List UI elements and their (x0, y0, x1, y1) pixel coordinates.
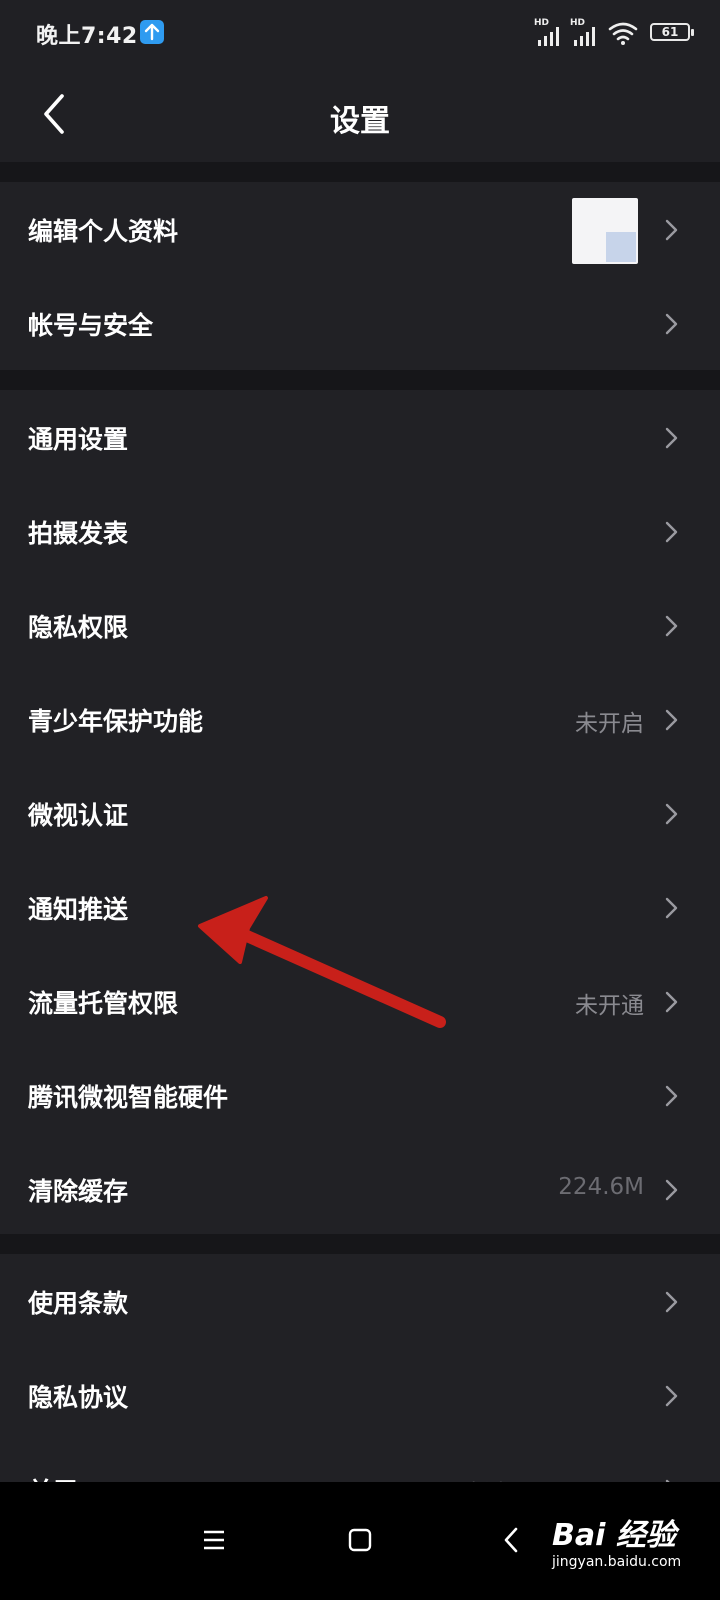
chevron-right-icon (664, 1084, 680, 1108)
chevron-right-icon (664, 1290, 680, 1314)
menu-icon[interactable] (184, 1510, 244, 1570)
settings-row-label: 腾讯微视智能硬件 (28, 1083, 229, 1112)
chevron-right-icon (664, 802, 680, 826)
header: 设置 (0, 66, 720, 162)
settings-row-label: 使用条款 (28, 1289, 129, 1318)
watermark-brand: Bai 经验 (552, 1518, 676, 1553)
settings-row-label: 通用设置 (28, 425, 129, 454)
settings-row-value: 未开启 (575, 711, 644, 737)
system-nav-bar: Bai 经验 jingyan.baidu.com (0, 1482, 720, 1600)
settings-row-edit-profile[interactable]: 编辑个人资料 (0, 182, 720, 276)
settings-row-privacy-policy[interactable]: 隐私协议 (0, 1348, 720, 1442)
settings-row-notifications[interactable]: 通知推送 (0, 860, 720, 954)
settings-row-label: 清除缓存 (28, 1177, 129, 1206)
settings-row-clear-cache[interactable]: 清除缓存 224.6M (0, 1142, 720, 1236)
settings-row-capture-publish[interactable]: 拍摄发表 (0, 484, 720, 578)
battery-icon: 61 (650, 23, 694, 41)
home-icon[interactable] (330, 1510, 390, 1570)
chevron-right-icon (664, 614, 680, 638)
chevron-right-icon (664, 520, 680, 544)
settings-row-label: 青少年保护功能 (28, 707, 204, 736)
back-icon[interactable] (482, 1510, 542, 1570)
status-time: 晚上7:42 (36, 24, 138, 49)
settings-row-label: 流量托管权限 (28, 989, 179, 1018)
settings-row-value: 未开通 (575, 993, 644, 1019)
watermark-url: jingyan.baidu.com (552, 1554, 682, 1570)
settings-row-terms[interactable]: 使用条款 (0, 1254, 720, 1348)
settings-row-label: 编辑个人资料 (28, 217, 179, 246)
chevron-right-icon (664, 312, 680, 336)
chevron-right-icon (664, 990, 680, 1014)
watermark: Bai 经验 jingyan.baidu.com (552, 1494, 692, 1574)
chevron-right-icon (664, 896, 680, 920)
settings-row-label: 微视认证 (28, 801, 129, 830)
settings-row-youth-protection[interactable]: 青少年保护功能 未开启 (0, 672, 720, 766)
avatar-image-detail (606, 232, 636, 262)
wifi-icon (608, 20, 638, 46)
settings-row-label: 帐号与安全 (28, 311, 154, 340)
settings-row-label: 隐私权限 (28, 613, 129, 642)
signal-icon: HD (570, 18, 600, 46)
status-icons: HD HD 61 (534, 18, 694, 48)
status-bar: 晚上7:42 HD HD 61 (0, 0, 720, 66)
settings-group-account: 编辑个人资料 帐号与安全 (0, 182, 720, 370)
avatar (572, 198, 638, 264)
chevron-right-icon (664, 218, 680, 242)
chevron-right-icon (664, 426, 680, 450)
chevron-right-icon (664, 1384, 680, 1408)
settings-row-label: 隐私协议 (28, 1383, 129, 1412)
settings-row-label: 拍摄发表 (28, 519, 129, 548)
settings-row-verification[interactable]: 微视认证 (0, 766, 720, 860)
chevron-right-icon (664, 708, 680, 732)
page-title: 设置 (330, 104, 390, 139)
chevron-right-icon (664, 1178, 680, 1202)
settings-row-label: 通知推送 (28, 895, 129, 924)
upload-icon (140, 20, 164, 44)
signal-icon: HD (534, 18, 564, 46)
settings-group-about: 使用条款 隐私协议 关于 版本 8.12.0.588 (0, 1254, 720, 1507)
settings-row-data-hosting[interactable]: 流量托管权限 未开通 (0, 954, 720, 1048)
settings-group-general: 通用设置 拍摄发表 隐私权限 青少年保护功能 未开启 微视认证 通知推送 流量托… (0, 390, 720, 1234)
settings-row-smart-hardware[interactable]: 腾讯微视智能硬件 (0, 1048, 720, 1142)
settings-row-account-security[interactable]: 帐号与安全 (0, 276, 720, 370)
settings-row-general[interactable]: 通用设置 (0, 390, 720, 484)
settings-row-value: 224.6M (558, 1174, 644, 1200)
settings-row-privacy-permissions[interactable]: 隐私权限 (0, 578, 720, 672)
